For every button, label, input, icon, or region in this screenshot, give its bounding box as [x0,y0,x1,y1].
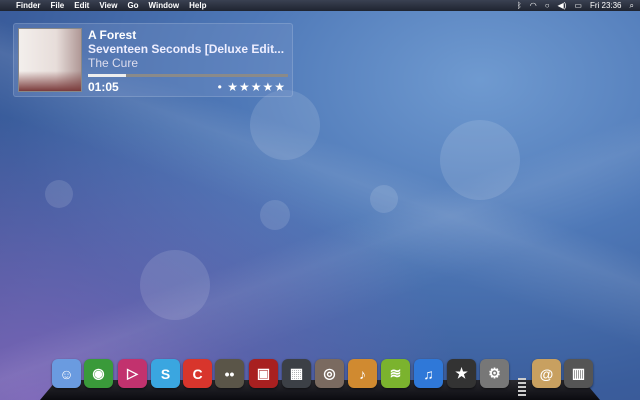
bokeh [140,250,210,320]
rating-dot: • [217,80,223,94]
menu-file[interactable]: File [50,1,64,10]
menu-window[interactable]: Window [149,1,180,10]
dock-itunes-radio-icon[interactable]: ▷ [118,359,147,388]
bluetooth-icon[interactable]: ᛒ [517,1,522,11]
bokeh [370,185,398,213]
dock-gimp-icon[interactable]: •• [215,359,244,388]
progress-bar[interactable] [88,74,288,77]
album-name: Seventeen Seconds [Deluxe Edit... [88,42,285,56]
rating-stars[interactable]: • ★★★★★ [218,80,286,94]
clock[interactable]: Fri 23:36 [590,1,622,11]
dock-system-preferences-icon[interactable]: ⚙ [480,359,509,388]
menu-help[interactable]: Help [189,1,206,10]
dock-trash-icon[interactable]: ▥ [564,359,593,388]
dock-radio-icon[interactable]: ▦ [282,359,311,388]
dock-djay-icon[interactable]: ◎ [315,359,344,388]
menu-view[interactable]: View [99,1,117,10]
wifi-icon[interactable]: ◠ [530,1,537,11]
bokeh [45,180,73,208]
bokeh [260,200,290,230]
track-title: A Forest [88,28,137,42]
dock-skype-icon[interactable]: S [151,359,180,388]
spotlight-search-icon[interactable]: ⌕ [630,1,634,11]
dock-mail-folder-icon[interactable]: @ [532,359,561,388]
dock-finder-icon[interactable]: ☺ [52,359,81,388]
dock-garageband-icon[interactable]: ♪ [348,359,377,388]
battery-icon[interactable]: ▭ [574,1,582,11]
dock-photo-booth-icon[interactable]: ▣ [249,359,278,388]
volume-icon[interactable]: ◀) [558,1,567,11]
menu-go[interactable]: Go [127,1,138,10]
progress-fill [88,74,126,77]
menu-bar: Finder File Edit View Go Window Help ᛒ ◠… [0,0,640,11]
dock-chrome-icon[interactable]: ◉ [84,359,113,388]
dock-imovie-icon[interactable]: ★ [447,359,476,388]
star-icons: ★★★★★ [227,80,286,94]
artist-name: The Cure [88,56,139,70]
dock-scrivener-icon[interactable]: C [183,359,212,388]
dock-spotify-icon[interactable]: ≋ [381,359,410,388]
dock-separator [518,378,526,398]
menu-app-finder[interactable]: Finder [16,1,40,10]
now-playing-widget: A Forest Seventeen Seconds [Deluxe Edit.… [13,23,293,97]
time-machine-icon[interactable]: ○ [545,1,550,11]
elapsed-time: 01:05 [88,80,119,94]
bokeh [250,90,320,160]
album-art [18,28,82,92]
bokeh [440,120,520,200]
dock-itunes-icon[interactable]: ♫ [414,359,443,388]
menu-edit[interactable]: Edit [74,1,89,10]
